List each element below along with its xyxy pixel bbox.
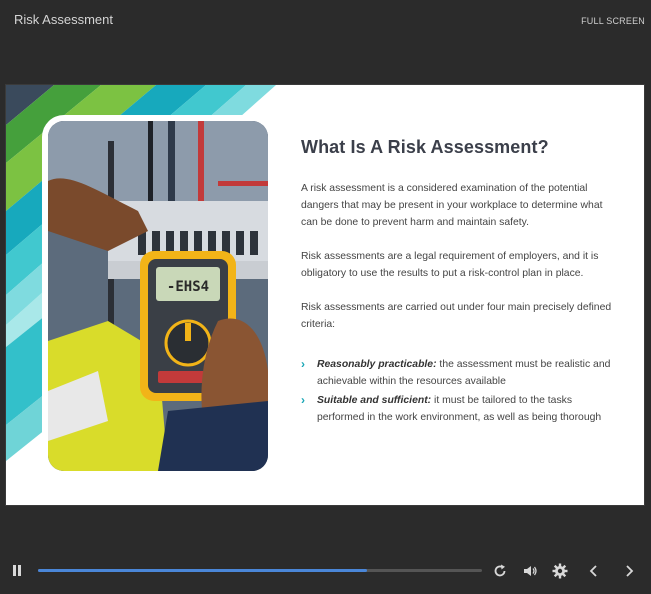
bullet-term: Reasonably practicable: <box>317 359 437 370</box>
chevron-right-icon: › <box>301 357 305 371</box>
settings-icon[interactable] <box>551 562 569 580</box>
electrician-multimeter-image: -EHS4 <box>48 121 268 471</box>
progress-bar[interactable] <box>38 569 482 572</box>
pause-icon[interactable] <box>12 565 24 577</box>
fullscreen-button[interactable]: FULL SCREEN <box>581 16 645 26</box>
criteria-list: › Reasonably practicable: the assessment… <box>301 356 621 426</box>
chevron-right-icon: › <box>301 393 305 407</box>
top-bar: Risk Assessment FULL SCREEN <box>0 0 651 40</box>
next-icon[interactable] <box>620 562 638 580</box>
paragraph-definition: A risk assessment is a considered examin… <box>301 183 603 228</box>
paragraph-legal: Risk assessments are a legal requirement… <box>301 251 599 279</box>
previous-icon[interactable] <box>585 562 603 580</box>
progress-fill <box>38 569 367 572</box>
list-item: › Suitable and sufficient: it must be ta… <box>301 392 621 426</box>
paragraph-criteria-intro: Risk assessments are carried out under f… <box>301 302 612 330</box>
player-controls <box>0 555 651 587</box>
slide: -EHS4 What Is A Risk Assessment? A risk … <box>5 84 645 506</box>
bullet-term: Suitable and sufficient: <box>317 395 432 406</box>
course-title: Risk Assessment <box>14 12 113 27</box>
replay-icon[interactable] <box>491 562 509 580</box>
meter-display-text: -EHS4 <box>167 279 209 295</box>
slide-content: What Is A Risk Assessment? A risk assess… <box>301 137 621 428</box>
slide-heading: What Is A Risk Assessment? <box>301 137 549 157</box>
list-item: › Reasonably practicable: the assessment… <box>301 356 621 390</box>
volume-icon[interactable] <box>521 562 539 580</box>
